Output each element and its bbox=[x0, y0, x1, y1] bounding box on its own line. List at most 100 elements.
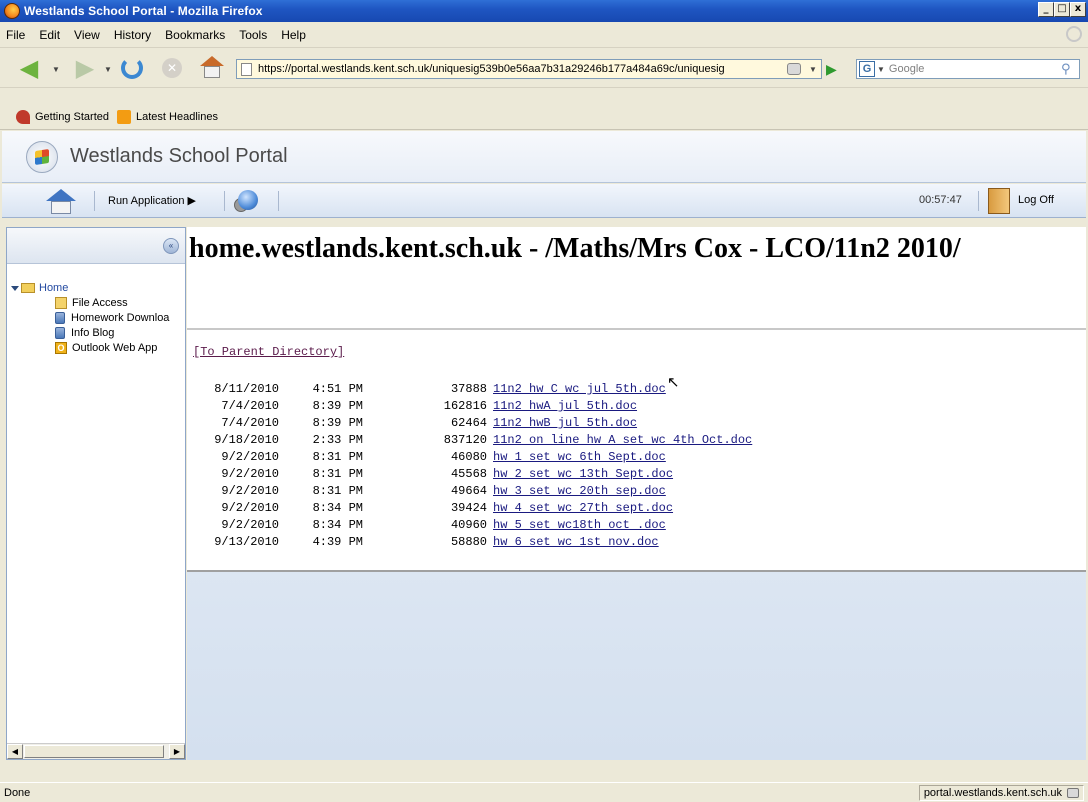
run-application-button[interactable]: Run Application ▶ bbox=[108, 194, 196, 207]
toolbar-separator bbox=[278, 191, 279, 211]
menu-file[interactable]: File bbox=[6, 28, 25, 42]
stop-icon: ✕ bbox=[162, 58, 182, 78]
file-listing: 8/11/2010 4:51 PM 37888 11n2 hw C wc jul 5t… bbox=[199, 381, 752, 551]
file-date: 7/4/2010 bbox=[221, 416, 279, 430]
file-link[interactable]: 11n2 hwA jul 5th.doc bbox=[493, 398, 637, 415]
tree-label: Homework Downloa bbox=[71, 311, 170, 324]
logoff-button[interactable]: Log Off bbox=[1018, 194, 1054, 206]
file-time: 8:31 PM bbox=[312, 484, 363, 498]
file-date: 9/2/2010 bbox=[221, 501, 279, 515]
file-size: 49664 bbox=[450, 484, 487, 498]
home-icon bbox=[200, 56, 224, 66]
portal-toolbar: Run Application ▶ 00:57:47 Log Off bbox=[2, 184, 1086, 218]
tree-label: File Access bbox=[72, 296, 128, 309]
file-link[interactable]: hw 5 set wc18th oct .doc bbox=[493, 517, 666, 534]
menu-help[interactable]: Help bbox=[281, 28, 306, 42]
reload-button[interactable] bbox=[118, 56, 146, 80]
logoff-door-icon[interactable] bbox=[988, 188, 1010, 214]
stop-button[interactable]: ✕ bbox=[158, 56, 186, 80]
bookmarks-bar: Getting Started Latest Headlines bbox=[0, 104, 1088, 130]
status-domain: portal.westlands.kent.sch.uk bbox=[923, 787, 1062, 799]
menu-tools[interactable]: Tools bbox=[239, 28, 267, 42]
status-text: Done bbox=[4, 786, 31, 799]
home-button[interactable] bbox=[198, 54, 226, 82]
file-size: 162816 bbox=[443, 399, 487, 413]
session-time: 00:57:47 bbox=[919, 194, 962, 206]
back-history-dropdown-icon[interactable]: ▼ bbox=[52, 65, 60, 74]
file-row: 9/2/2010 8:34 PM 40960 hw 5 set wc18th oct … bbox=[199, 517, 752, 534]
menu-bar: File Edit View History Bookmarks Tools H… bbox=[0, 22, 1088, 48]
back-button[interactable]: ◀ bbox=[14, 54, 44, 82]
back-arrow-icon: ◀ bbox=[19, 54, 39, 82]
menu-view[interactable]: View bbox=[74, 28, 100, 42]
divider bbox=[187, 328, 1086, 330]
forward-button[interactable]: ▶ bbox=[70, 55, 100, 82]
security-domain-indicator[interactable]: portal.westlands.kent.sch.uk bbox=[918, 785, 1084, 801]
file-row: 9/2/2010 8:31 PM 49664 hw 3 set wc 20th sep… bbox=[199, 483, 752, 500]
mouse-cursor-icon: ↖ bbox=[667, 374, 680, 391]
menu-bookmarks[interactable]: Bookmarks bbox=[165, 28, 225, 42]
getting-started-icon bbox=[16, 109, 30, 124]
file-date: 9/13/2010 bbox=[214, 535, 279, 549]
url-text[interactable]: https://portal.westlands.kent.sch.uk/uni… bbox=[258, 63, 787, 75]
file-date: 9/2/2010 bbox=[221, 484, 279, 498]
session-info-button[interactable] bbox=[234, 188, 264, 214]
google-engine-icon[interactable]: G bbox=[859, 61, 875, 77]
file-link[interactable]: hw 1 set wc 6th Sept.doc bbox=[493, 449, 666, 466]
menu-edit[interactable]: Edit bbox=[39, 28, 60, 42]
file-time: 4:51 PM bbox=[312, 382, 363, 396]
menu-history[interactable]: History bbox=[114, 28, 151, 42]
url-dropdown-icon[interactable]: ▼ bbox=[805, 65, 821, 74]
file-row: 9/13/2010 4:39 PM 58880 hw 6 set wc 1st nov… bbox=[199, 534, 752, 551]
scroll-right-button[interactable]: ▶ bbox=[169, 744, 185, 759]
file-link[interactable]: hw 4 set wc 27th sept.doc bbox=[493, 500, 673, 517]
minimize-button[interactable]: _ bbox=[1038, 2, 1054, 17]
search-engine-dropdown-icon[interactable]: ▼ bbox=[877, 65, 885, 74]
file-date: 7/4/2010 bbox=[221, 399, 279, 413]
tree-label-home: Home bbox=[39, 282, 69, 294]
page-icon bbox=[241, 62, 252, 76]
search-input[interactable]: Google bbox=[889, 63, 924, 75]
tree-label: Info Blog bbox=[71, 326, 115, 339]
search-bar[interactable]: G ▼ Google ⚲ bbox=[856, 59, 1080, 79]
bookmark-getting-started[interactable]: Getting Started bbox=[16, 109, 109, 124]
file-link[interactable]: hw 6 set wc 1st nov.doc bbox=[493, 534, 659, 551]
file-link[interactable]: hw 2 set wc 13th Sept.doc bbox=[493, 466, 673, 483]
close-button[interactable]: x bbox=[1070, 2, 1086, 17]
parent-directory-link[interactable]: [To Parent Directory] bbox=[193, 345, 344, 359]
address-bar[interactable]: https://portal.westlands.kent.sch.uk/uni… bbox=[236, 59, 822, 79]
bookmark-label: Latest Headlines bbox=[136, 110, 218, 123]
forward-history-dropdown-icon[interactable]: ▼ bbox=[104, 65, 112, 74]
file-time: 8:39 PM bbox=[312, 416, 363, 430]
tree-item-home[interactable]: Home bbox=[11, 281, 189, 295]
file-time: 8:31 PM bbox=[312, 467, 363, 481]
file-link[interactable]: 11n2 hwB jul 5th.doc bbox=[493, 415, 637, 432]
directory-listing-page: home.westlands.kent.sch.uk - /Maths/Mrs … bbox=[187, 227, 1086, 572]
bookmark-latest-headlines[interactable]: Latest Headlines bbox=[117, 109, 218, 124]
file-time: 8:34 PM bbox=[312, 518, 363, 532]
tree-label: Outlook Web App bbox=[72, 341, 158, 354]
scroll-left-button[interactable]: ◀ bbox=[7, 744, 23, 759]
file-size: 45568 bbox=[450, 467, 487, 481]
globe-icon bbox=[238, 190, 258, 210]
file-time: 8:31 PM bbox=[312, 450, 363, 464]
file-access-icon bbox=[55, 296, 67, 309]
toolbar-separator bbox=[94, 191, 95, 211]
horizontal-scrollbar[interactable]: ◀ ▶ bbox=[7, 743, 185, 759]
file-link[interactable]: 11n2 on line hw A set wc 4th Oct.doc bbox=[493, 432, 752, 449]
portal-home-button[interactable] bbox=[46, 187, 76, 215]
search-icon[interactable]: ⚲ bbox=[1061, 61, 1077, 77]
expand-toggle-icon[interactable] bbox=[11, 285, 19, 291]
folder-icon bbox=[21, 283, 35, 293]
maximize-button[interactable]: □ bbox=[1054, 2, 1070, 17]
file-size: 46080 bbox=[450, 450, 487, 464]
navigation-panel: « Home File Access Homework Downloa Info… bbox=[6, 227, 186, 760]
file-link[interactable]: hw 3 set wc 20th sep.doc bbox=[493, 483, 666, 500]
outlook-icon: O bbox=[55, 341, 67, 354]
file-size: 40960 bbox=[450, 518, 487, 532]
file-link[interactable]: 11n2 hw C wc jul 5th.doc bbox=[493, 381, 666, 398]
collapse-panel-icon[interactable]: « bbox=[163, 238, 179, 254]
go-button[interactable]: ▶ bbox=[826, 61, 840, 77]
scroll-thumb[interactable] bbox=[24, 745, 164, 758]
divider bbox=[187, 570, 1086, 572]
